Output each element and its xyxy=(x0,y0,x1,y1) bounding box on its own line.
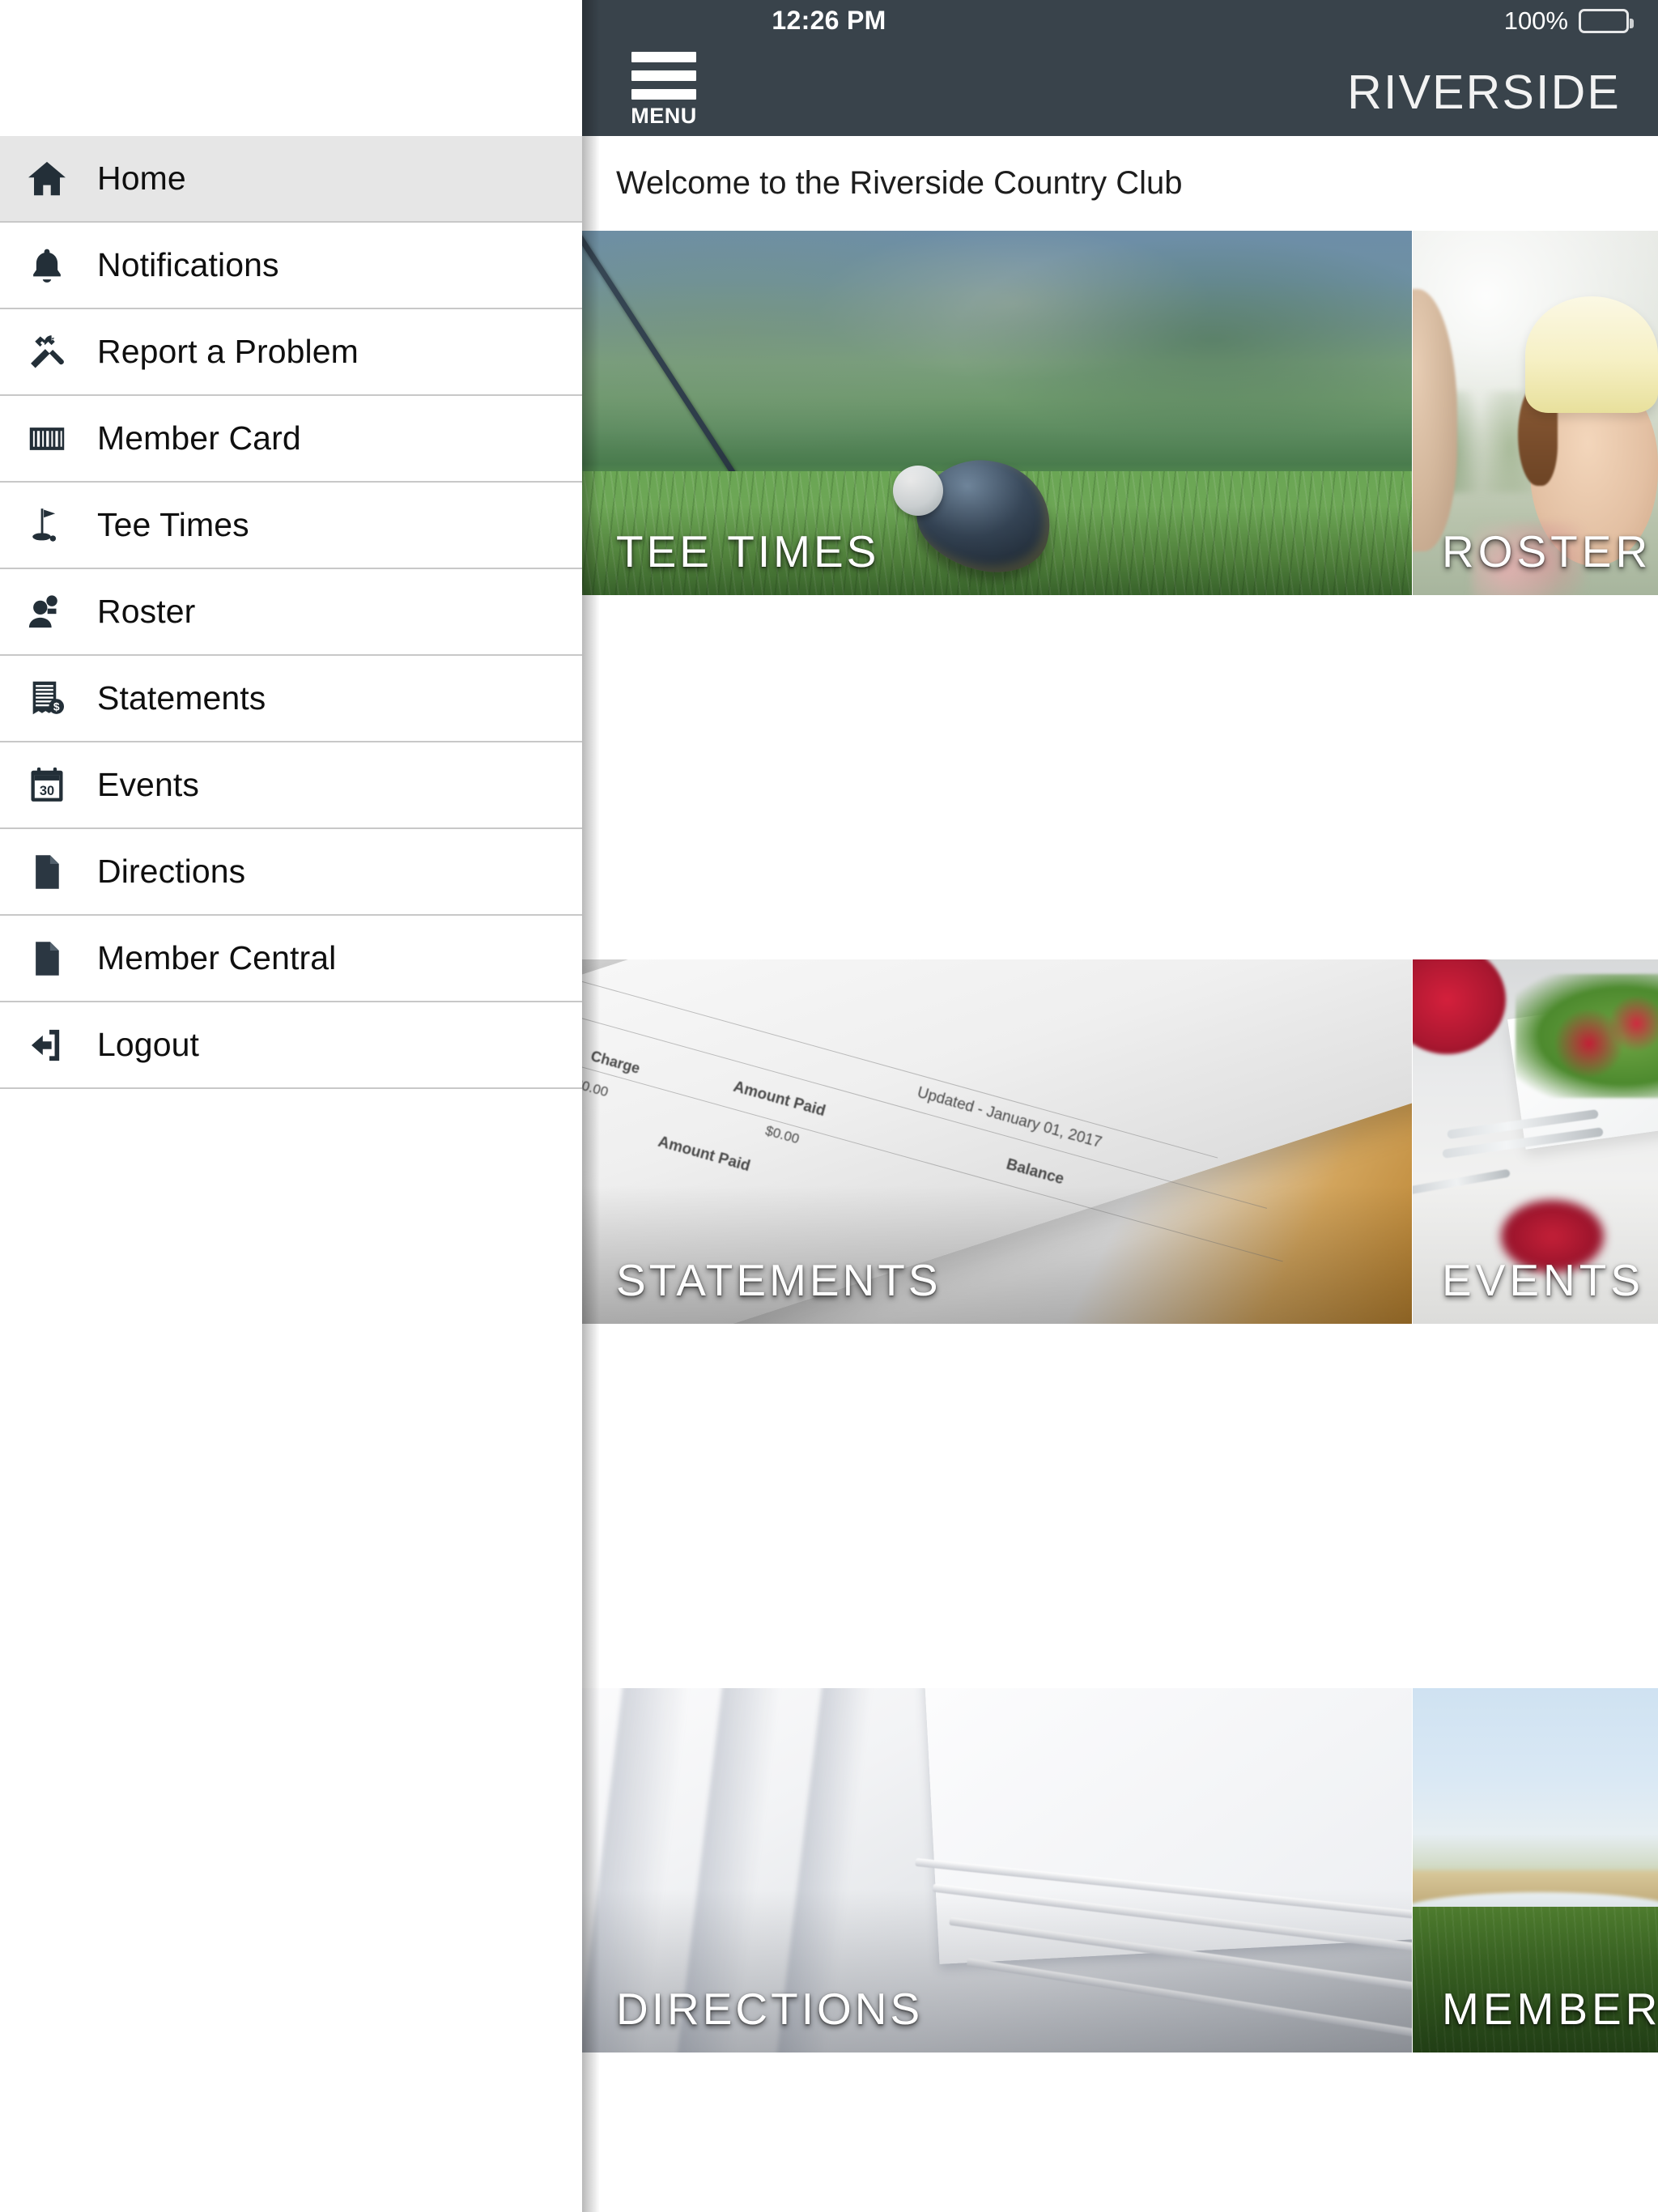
sidebar-top-spacer xyxy=(0,0,582,136)
menu-button[interactable]: MENU xyxy=(620,52,708,129)
salad-garnish xyxy=(1516,974,1658,1098)
sidebar-item-notifications[interactable]: Notifications xyxy=(0,223,582,309)
welcome-message: Welcome to the Riverside Country Club xyxy=(582,136,1658,231)
tile-caption: DIRECTIONS xyxy=(616,1984,924,2034)
tile-row-separator xyxy=(582,1324,1658,1325)
sidebar-item-label: Directions xyxy=(97,853,246,890)
hamburger-bar xyxy=(631,52,696,62)
spoon xyxy=(1413,1168,1511,1196)
tile-caption: MEMBER CENTRAL xyxy=(1442,1984,1658,2034)
tile-caption: ROSTER xyxy=(1442,526,1652,576)
hamburger-bar xyxy=(631,89,696,100)
sidebar-item-label: Notifications xyxy=(97,246,279,283)
nav-bar: MENU RIVERSIDE xyxy=(582,42,1658,136)
red-rose xyxy=(1413,959,1507,1054)
sidebar-item-tee-times[interactable]: Tee Times xyxy=(0,483,582,569)
home-icon xyxy=(18,150,76,208)
app-title: RIVERSIDE xyxy=(1347,66,1621,119)
topbar: 12:26 PM 100% MENU RIVERSIDE xyxy=(582,0,1658,136)
sidebar-item-roster[interactable]: Roster xyxy=(0,569,582,656)
sidebar-item-report-a-problem[interactable]: Report a Problem xyxy=(0,309,582,396)
tile-roster[interactable]: ROSTER xyxy=(1413,231,1658,595)
app-root: 12:26 PM 100% MENU RIVERSIDE Welcome to … xyxy=(0,0,1658,2212)
tile-statements[interactable]: Charge $0.00 Amount Paid $0.00 Amount Pa… xyxy=(582,959,1412,1324)
sidebar-item-label: Logout xyxy=(97,1026,200,1063)
yellow-cap xyxy=(1525,296,1658,413)
barcode-icon xyxy=(18,410,76,468)
sidebar-item-events[interactable]: 30 Events xyxy=(0,742,582,829)
tile-grid: TEE TIMES ROSTER STATEMENTS EVENTS DIREC… xyxy=(582,231,1658,2052)
sidebar-item-label: Report a Problem xyxy=(97,333,359,370)
tile-caption: EVENTS xyxy=(1442,1255,1645,1305)
sidebar-item-label: Events xyxy=(97,766,199,803)
tile-caption: TEE TIMES xyxy=(616,526,880,576)
document-icon xyxy=(18,843,76,901)
sidebar-item-label: Statements xyxy=(97,679,266,717)
tile-caption: STATEMENTS xyxy=(616,1255,942,1305)
empty-content-area xyxy=(582,2052,1658,2212)
sidebar-item-home[interactable]: Home xyxy=(0,136,582,223)
hamburger-menu-icon xyxy=(631,52,696,100)
sidebar-item-label: Home xyxy=(97,160,186,197)
sidebar-empty-area xyxy=(0,1089,582,2212)
tile-member-central[interactable]: MEMBER CENTRAL xyxy=(1413,1688,1658,2052)
status-bar: 12:26 PM 100% xyxy=(582,0,1658,42)
tile-events[interactable]: EVENTS xyxy=(1413,959,1658,1324)
calendar-30-icon: 30 xyxy=(18,756,76,815)
status-clock: 12:26 PM xyxy=(772,6,886,35)
svg-text:30: 30 xyxy=(40,784,54,798)
golf-flag-icon xyxy=(18,496,76,555)
app-panel: 12:26 PM 100% MENU RIVERSIDE Welcome to … xyxy=(582,0,1658,2212)
tile-row-separator xyxy=(582,595,1658,596)
sidebar-item-label: Member Central xyxy=(97,939,337,976)
battery-percent-label: 100% xyxy=(1503,6,1568,35)
menu-button-label: MENU xyxy=(631,104,697,128)
sidebar-item-label: Roster xyxy=(97,593,196,630)
sidebar-item-member-card[interactable]: Member Card xyxy=(0,396,582,483)
sidebar-item-label: Member Card xyxy=(97,419,301,457)
hamburger-bar xyxy=(631,70,696,81)
sidebar-drawer: Home Notifications Report a Problem Memb… xyxy=(0,0,582,2212)
sidebar-item-label: Tee Times xyxy=(97,506,249,543)
people-icon xyxy=(18,583,76,641)
document-icon xyxy=(18,929,76,988)
battery-indicator: 100% xyxy=(1503,6,1634,36)
tile-tee-times[interactable]: TEE TIMES xyxy=(582,231,1412,595)
sidebar-item-logout[interactable]: Logout xyxy=(0,1002,582,1089)
logout-arrow-icon xyxy=(18,1016,76,1074)
tools-icon xyxy=(18,323,76,381)
invoice-icon: $ xyxy=(18,670,76,728)
sidebar-item-directions[interactable]: Directions xyxy=(0,829,582,916)
svg-text:$: $ xyxy=(53,700,60,713)
battery-full-icon xyxy=(1579,9,1634,33)
sidebar-item-member-central[interactable]: Member Central xyxy=(0,916,582,1002)
tile-directions[interactable]: DIRECTIONS xyxy=(582,1688,1412,2052)
person-left xyxy=(1413,289,1457,551)
sidebar-item-statements[interactable]: $ Statements xyxy=(0,656,582,742)
bell-icon xyxy=(18,236,76,295)
